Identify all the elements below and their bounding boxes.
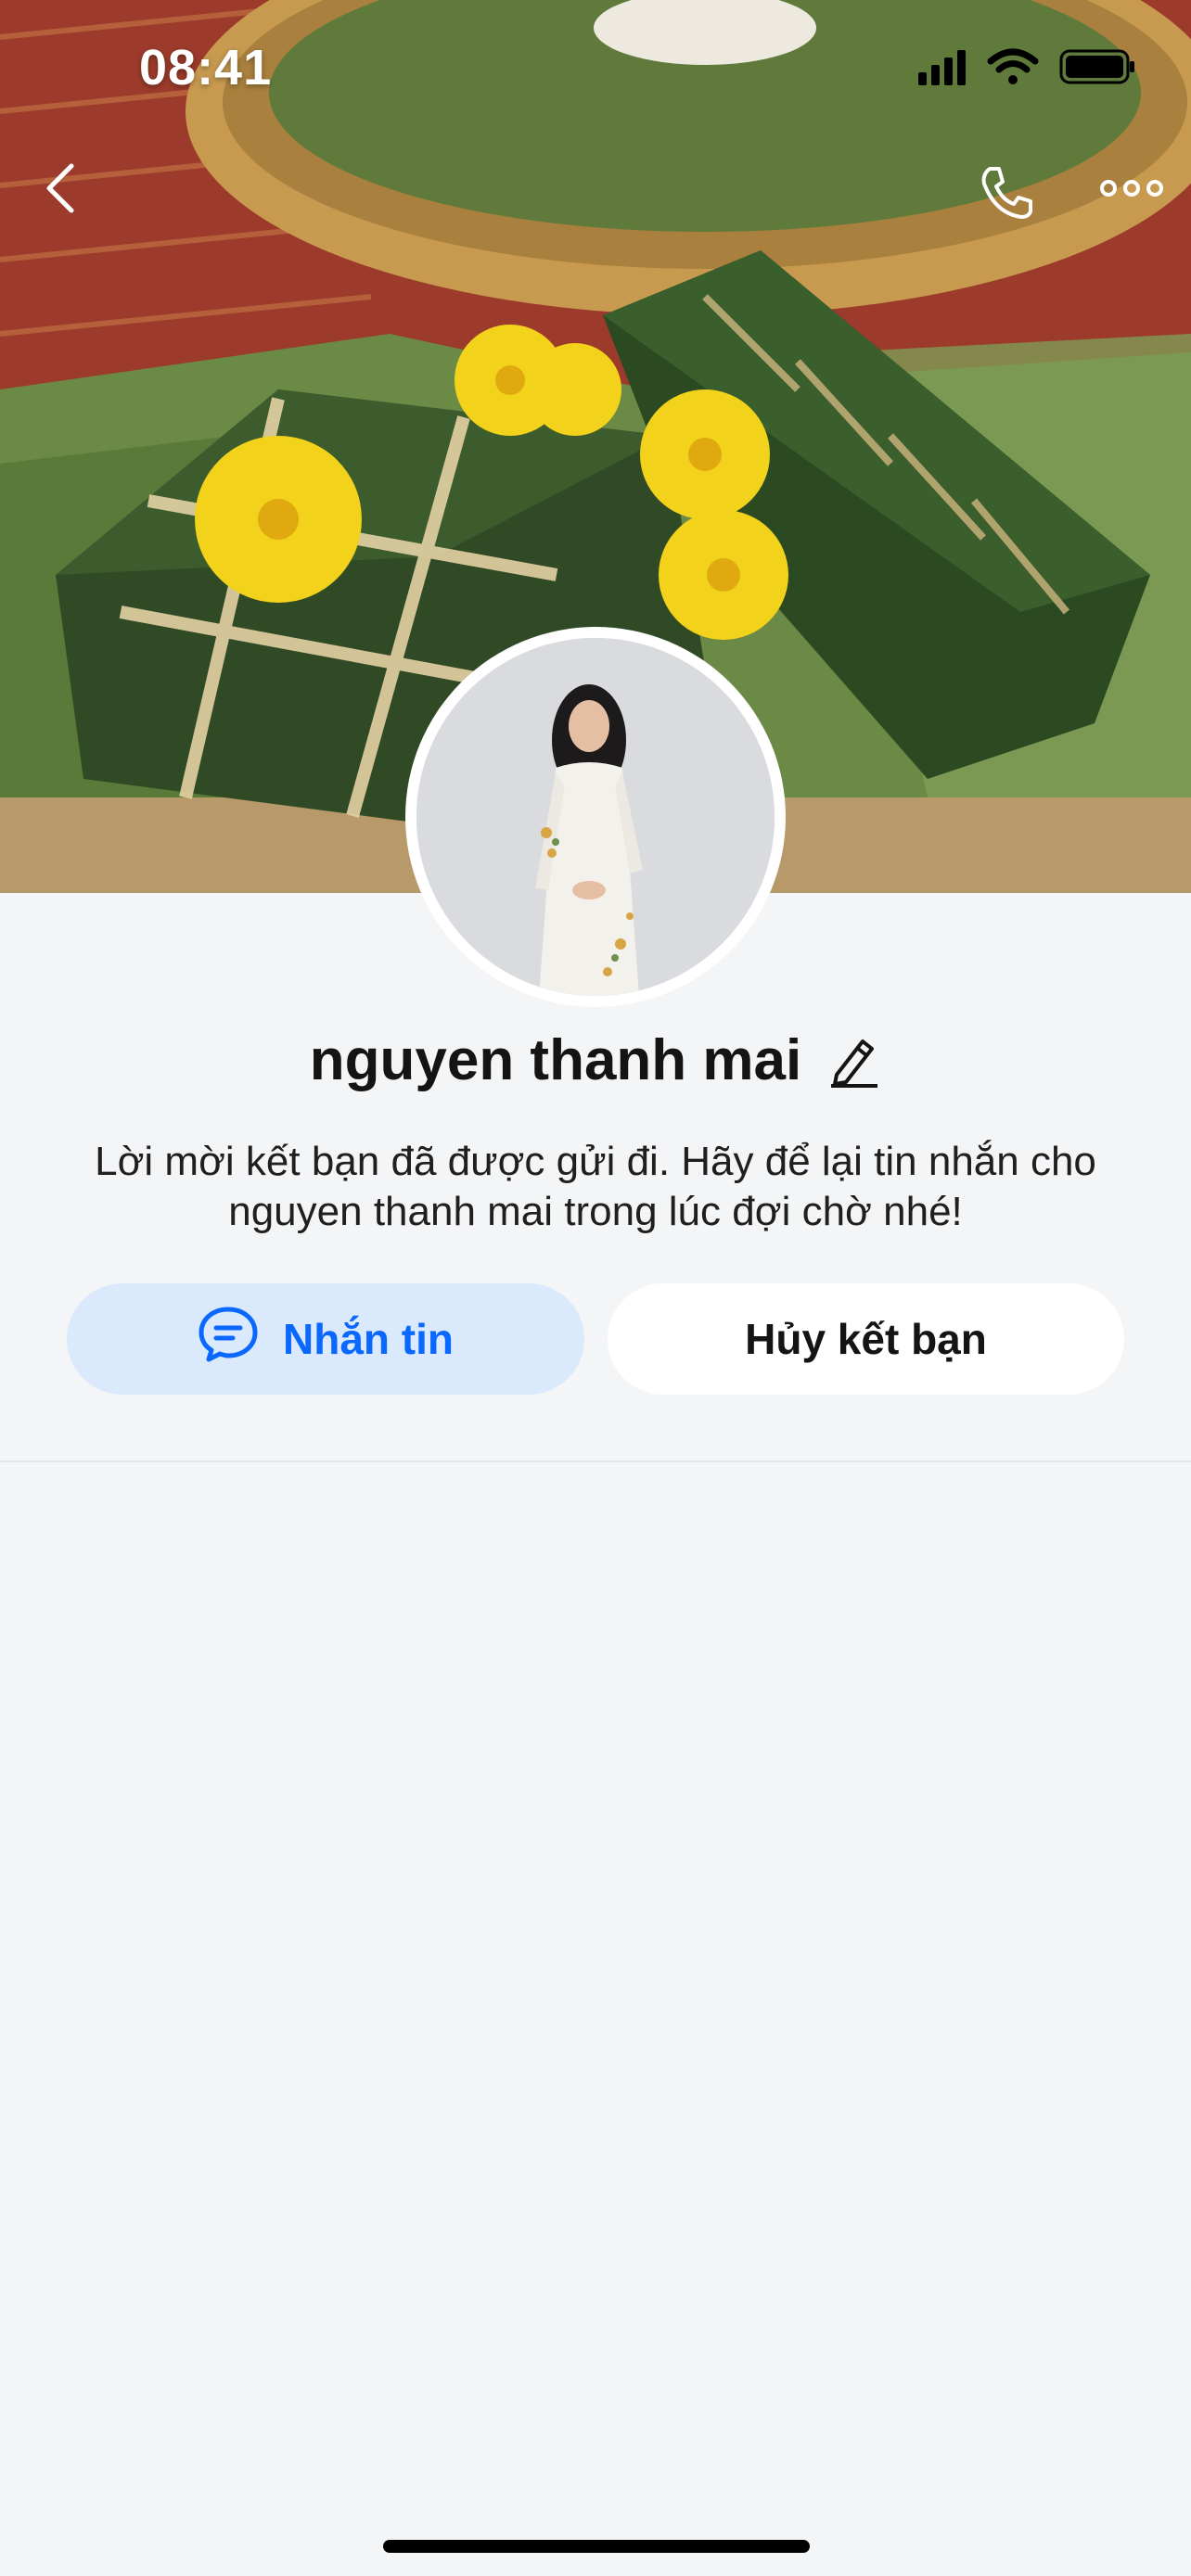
profile-name-row: nguyen thanh mai <box>0 1027 1191 1093</box>
message-button-label: Nhắn tin <box>283 1315 454 1363</box>
more-horizontal-icon <box>1099 177 1164 204</box>
status-time: 08:41 <box>139 40 273 96</box>
home-indicator[interactable] <box>383 2540 810 2553</box>
message-button[interactable]: Nhắn tin <box>67 1283 584 1395</box>
pencil-icon[interactable] <box>827 1034 881 1088</box>
wifi-icon <box>987 48 1039 90</box>
back-button[interactable] <box>28 153 93 227</box>
chat-bubble-icon <box>198 1306 259 1373</box>
chevron-left-icon <box>42 160 79 221</box>
section-divider <box>0 1460 1191 1462</box>
status-icons <box>918 48 1135 90</box>
friend-request-status: Lời mời kết bạn đã được gửi đi. Hãy để l… <box>95 1139 1096 1234</box>
profile-name: nguyen thanh mai <box>309 1028 802 1092</box>
battery-icon <box>1059 48 1135 90</box>
cancel-friend-request-label: Hủy kết bạn <box>745 1315 987 1363</box>
cellular-signal-icon <box>918 48 967 90</box>
call-button[interactable] <box>969 158 1044 232</box>
cancel-friend-request-button[interactable]: Hủy kết bạn <box>608 1283 1124 1395</box>
phone-icon <box>977 163 1036 227</box>
more-button[interactable] <box>1095 167 1169 213</box>
avatar[interactable] <box>405 627 786 1007</box>
avatar-image <box>416 638 775 996</box>
